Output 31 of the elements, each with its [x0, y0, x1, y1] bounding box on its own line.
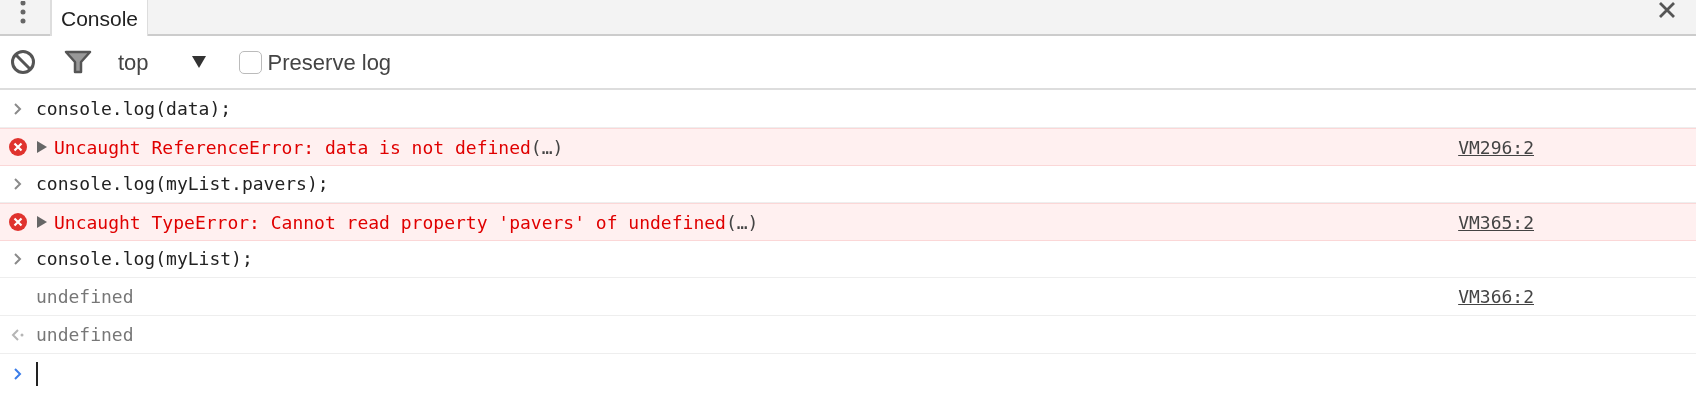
- checkbox-label: Preserve log: [267, 48, 392, 77]
- chevron-icon: [13, 101, 23, 116]
- preserve-log-checkbox[interactable]: [238, 50, 262, 74]
- console-text: console.log(data);: [36, 97, 232, 121]
- clear-icon[interactable]: [10, 49, 36, 75]
- source-link[interactable]: VM296:2: [1458, 133, 1534, 161]
- console-text: console.log(myList);: [36, 247, 253, 271]
- collapsed-details[interactable]: (…): [530, 133, 564, 161]
- close-icon[interactable]: [1658, 1, 1676, 19]
- tab[interactable]: Console: [50, 0, 149, 36]
- console-text: undefined: [36, 285, 134, 309]
- filter-icon[interactable]: [64, 50, 92, 74]
- expand-triangle-icon[interactable]: [36, 215, 48, 229]
- source-link[interactable]: VM365:2: [1458, 208, 1534, 236]
- return-arrow-icon: [11, 327, 25, 342]
- error-icon: [8, 137, 28, 157]
- expand-triangle-icon[interactable]: [36, 140, 48, 154]
- prompt-chevron-icon: [13, 367, 23, 381]
- context-selector[interactable]: top: [118, 45, 207, 79]
- dropdown-triangle-icon: [190, 55, 207, 69]
- error-message: Uncaught TypeError: Cannot read property 'pavers' of undefined: [54, 210, 726, 235]
- error-icon: [8, 212, 28, 232]
- source-link[interactable]: VM366:2: [1458, 283, 1534, 310]
- text-cursor: [36, 362, 38, 386]
- error-message: Uncaught ReferenceError: data is not defined: [54, 135, 531, 160]
- chevron-icon: [13, 251, 23, 266]
- console-text: undefined: [36, 323, 134, 347]
- console-text: console.log(myList.pavers);: [36, 172, 329, 196]
- collapsed-details[interactable]: (…): [725, 208, 759, 236]
- more-options-icon[interactable]: [19, 1, 27, 25]
- chevron-icon: [13, 176, 23, 191]
